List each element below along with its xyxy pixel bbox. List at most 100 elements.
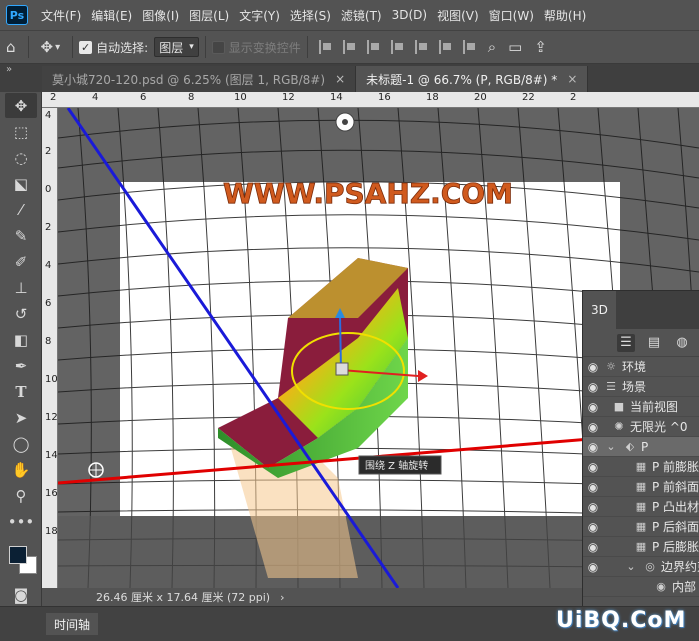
auto-select-dropdown[interactable]: 图层 ▾ xyxy=(154,37,199,57)
tree-row-infinite-light[interactable]: ◉ ✺ 无限光 ^0 xyxy=(583,417,699,437)
chevron-down-icon[interactable]: ⌄ xyxy=(603,440,619,453)
zoom-tool-icon[interactable]: ⚲ xyxy=(5,483,37,508)
ruler-label: 0 xyxy=(45,184,52,195)
tree-label: P 后膨胀 xyxy=(652,540,699,554)
menu-select[interactable]: 选择(S) xyxy=(285,7,336,24)
gizmo-center-cube[interactable] xyxy=(335,362,349,376)
align-center-icon[interactable] xyxy=(342,40,357,54)
close-icon[interactable]: × xyxy=(567,72,577,86)
tree-label: P 后斜面 xyxy=(652,520,699,534)
scene-icon: ☰ xyxy=(606,380,616,393)
tree-row-mesh-p[interactable]: ◉ ⌄ ⬖ P xyxy=(583,437,699,457)
eye-icon[interactable]: ◉ xyxy=(583,460,603,474)
tree-row-constraint[interactable]: ◉ ⌄ ◎ 边界约束 xyxy=(583,557,699,577)
menu-image[interactable]: 图像(I) xyxy=(137,7,184,24)
mesh-filter-icon[interactable]: ▤ xyxy=(645,334,663,352)
move-tool-icon[interactable]: ✥ xyxy=(41,38,54,56)
menu-edit[interactable]: 编辑(E) xyxy=(86,7,137,24)
tree-row-material[interactable]: ◉ ▦ P 前膨胀 xyxy=(583,457,699,477)
marquee-tool-icon[interactable]: ⬚ xyxy=(5,119,37,144)
foreground-color[interactable] xyxy=(9,546,27,564)
eye-icon[interactable]: ◉ xyxy=(583,540,603,554)
hand-tool-icon[interactable]: ✋ xyxy=(5,457,37,482)
quick-select-tool-icon[interactable]: ⬕ xyxy=(5,171,37,196)
show-transform-checkbox[interactable] xyxy=(211,40,225,54)
ruler-label: 2 xyxy=(45,222,52,233)
eye-icon[interactable]: ◉ xyxy=(583,520,603,534)
color-swatches[interactable] xyxy=(3,538,39,578)
scene-filter-icon[interactable]: ☰ xyxy=(617,333,635,352)
tree-row-material[interactable]: ◉ ▦ P 凸出材 xyxy=(583,497,699,517)
align-middle-icon[interactable] xyxy=(438,40,453,54)
tree-label: 当前视图 xyxy=(630,400,679,414)
align-right-icon[interactable] xyxy=(366,40,381,54)
align-top-icon[interactable] xyxy=(390,40,405,54)
chevron-down-icon[interactable]: ▾ xyxy=(55,42,60,53)
menu-window[interactable]: 窗口(W) xyxy=(484,7,539,24)
eye-icon[interactable]: ◉ xyxy=(583,360,603,374)
gizmo-y-arrow[interactable] xyxy=(339,315,342,371)
tree-row-current-view[interactable]: ◉ ■ 当前视图 xyxy=(583,397,699,417)
menu-3d[interactable]: 3D(D) xyxy=(387,8,432,22)
search-icon[interactable]: ⌕ xyxy=(488,38,496,56)
chevron-right-icon[interactable]: › xyxy=(280,591,284,604)
tree-row-environment[interactable]: ◉ ☼ 环境 xyxy=(583,357,699,377)
collapse-toolbar-icon[interactable]: » xyxy=(6,64,12,75)
eye-icon[interactable]: ◉ xyxy=(583,440,603,454)
eye-icon[interactable]: ◉ xyxy=(583,560,603,574)
tree-row-scene[interactable]: ◉ ☰ 场景 xyxy=(583,377,699,397)
eye-icon[interactable]: ◉ xyxy=(583,380,603,394)
path-select-icon[interactable]: ➤ xyxy=(5,405,37,430)
menu-layer[interactable]: 图层(L) xyxy=(184,7,234,24)
ruler-label: 6 xyxy=(140,92,147,103)
align-left-icon[interactable] xyxy=(318,40,333,54)
more-tools-icon[interactable]: ••• xyxy=(5,509,37,534)
ellipse-tool-icon[interactable]: ◯ xyxy=(5,431,37,456)
material-filter-icon[interactable]: ◍ xyxy=(673,334,691,352)
watermark-text: WWW.PSAHZ.COM xyxy=(223,177,513,210)
close-icon[interactable]: × xyxy=(335,72,345,86)
history-brush-icon[interactable]: ↺ xyxy=(5,301,37,326)
tab-3d[interactable]: 3D xyxy=(583,291,616,329)
document-size: 26.46 厘米 x 17.64 厘米 (72 ppi) xyxy=(96,591,271,604)
eye-icon[interactable]: ◉ xyxy=(583,400,603,414)
brush-tool-icon[interactable]: ✐ xyxy=(5,249,37,274)
tree-row-material[interactable]: ◉ ▦ P 后膨胀 xyxy=(583,537,699,557)
tab-timeline[interactable]: 时间轴 xyxy=(46,613,99,635)
share-icon[interactable]: ⇪ xyxy=(534,38,547,56)
tree-label: 边界约束 xyxy=(661,560,699,574)
distribute-icon[interactable] xyxy=(414,40,429,54)
home-icon[interactable]: ⌂ xyxy=(6,38,16,56)
eye-icon[interactable]: ◉ xyxy=(583,420,603,434)
tree-row-material[interactable]: ◉ ▦ P 后斜面 xyxy=(583,517,699,537)
eye-icon[interactable]: ◉ xyxy=(583,500,603,514)
3d-panel: 3D ☰ ▤ ◍ ◉ ☼ 环境 ◉ ☰ 场景 ◉ ■ 当前视图 ◉ ✺ 无限光 … xyxy=(582,290,699,606)
ruler-label: 2 xyxy=(50,92,57,103)
auto-select-checkbox[interactable]: ✓ xyxy=(79,40,93,54)
menu-help[interactable]: 帮助(H) xyxy=(539,7,591,24)
eraser-tool-icon[interactable]: ◧ xyxy=(5,327,37,352)
eyedropper-tool-icon[interactable]: ⁄ xyxy=(5,197,37,222)
chevron-down-icon[interactable]: ⌄ xyxy=(623,560,639,573)
eye-icon[interactable]: ◉ xyxy=(583,480,603,494)
pen-tool-icon[interactable]: ✒ xyxy=(5,353,37,378)
type-tool-icon[interactable]: T xyxy=(5,379,37,404)
lasso-tool-icon[interactable]: ◌ xyxy=(5,145,37,170)
menu-file[interactable]: 文件(F) xyxy=(36,7,86,24)
menu-view[interactable]: 视图(V) xyxy=(432,7,484,24)
move-tool-icon[interactable]: ✥ xyxy=(5,93,37,118)
ruler-label: 10 xyxy=(45,374,58,385)
healing-brush-icon[interactable]: ✎ xyxy=(5,223,37,248)
menu-bar: Ps 文件(F) 编辑(E) 图像(I) 图层(L) 文字(Y) 选择(S) 滤… xyxy=(0,0,699,30)
tree-row-inner-constraint[interactable]: ◉ 内部 xyxy=(583,577,699,597)
stamp-tool-icon[interactable]: ⊥ xyxy=(5,275,37,300)
workspace-icon[interactable]: ▭ xyxy=(508,38,522,56)
quick-mask-icon[interactable]: ◙ xyxy=(5,582,37,607)
align-bottom-icon[interactable] xyxy=(462,40,477,54)
document-tabs: » 莫小城720-120.psd @ 6.25% (图层 1, RGB/8#) … xyxy=(0,64,699,92)
tab-document-1[interactable]: 莫小城720-120.psd @ 6.25% (图层 1, RGB/8#) × xyxy=(42,66,357,92)
menu-filter[interactable]: 滤镜(T) xyxy=(336,7,387,24)
menu-type[interactable]: 文字(Y) xyxy=(234,7,285,24)
tab-document-2[interactable]: 未标题-1 @ 66.7% (P, RGB/8#) * × xyxy=(356,66,589,92)
tree-row-material[interactable]: ◉ ▦ P 前斜面 xyxy=(583,477,699,497)
